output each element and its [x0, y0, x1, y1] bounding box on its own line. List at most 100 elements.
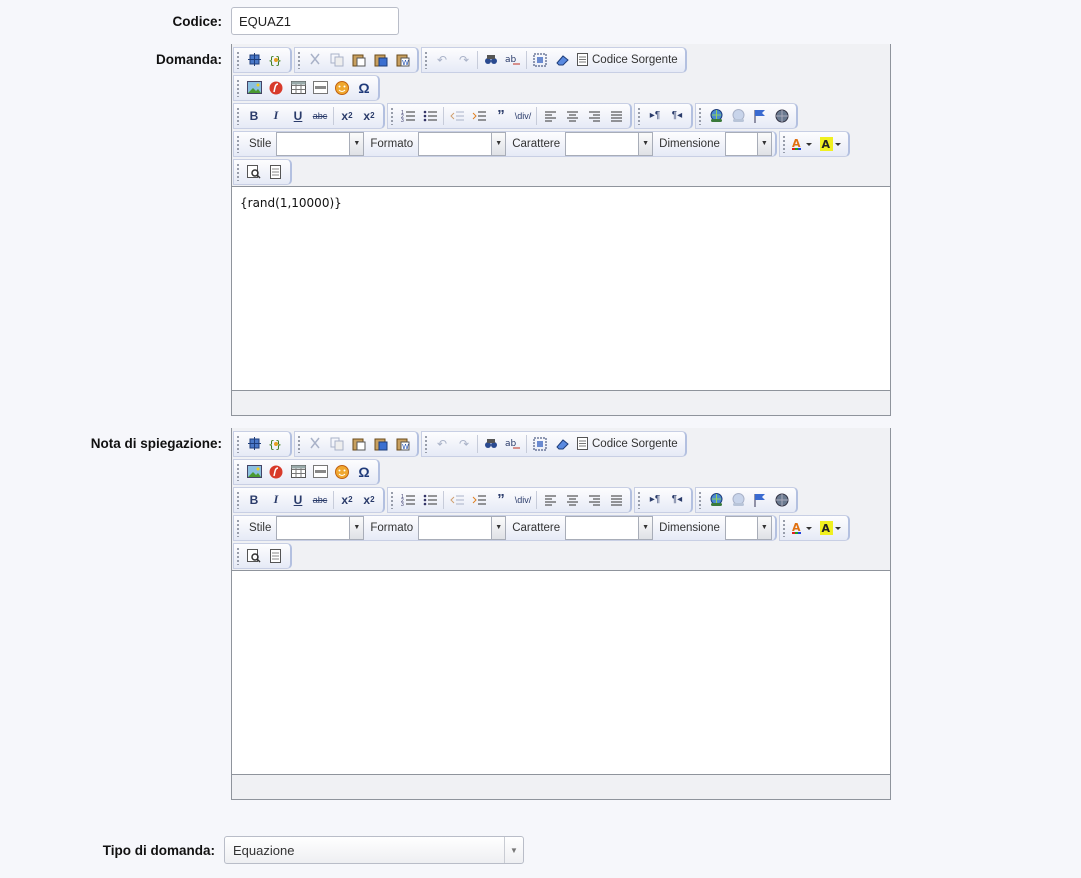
align-right-icon[interactable]: [583, 106, 605, 126]
toolbar-drag-handle[interactable]: [236, 462, 240, 481]
chevron-down-icon[interactable]: ▼: [638, 132, 653, 155]
font-combo[interactable]: ▼: [565, 131, 654, 156]
smiley-icon[interactable]: [331, 78, 353, 98]
rtl-icon[interactable]: ¶◂: [666, 106, 688, 126]
paste-icon[interactable]: [348, 50, 370, 70]
size-combo[interactable]: ▼: [724, 131, 772, 156]
preview-icon[interactable]: [243, 434, 265, 454]
toolbar-drag-handle[interactable]: [297, 434, 301, 453]
zoom-icon[interactable]: [243, 546, 265, 566]
text-color-icon[interactable]: A: [789, 518, 817, 538]
format-combo[interactable]: ▼: [418, 131, 507, 156]
replace-icon[interactable]: ab: [502, 50, 524, 70]
document-icon[interactable]: [265, 546, 287, 566]
toolbar-drag-handle[interactable]: [236, 50, 240, 69]
horizontal-rule-icon[interactable]: [309, 462, 331, 482]
italic-icon[interactable]: I: [265, 490, 287, 510]
templates-icon[interactable]: {}: [265, 434, 287, 454]
chevron-down-icon[interactable]: ▼: [349, 516, 364, 539]
copy-icon[interactable]: [326, 434, 348, 454]
chevron-down-icon[interactable]: ▼: [756, 516, 771, 539]
subscript-icon[interactable]: x2: [336, 106, 358, 126]
indent-icon[interactable]: [468, 106, 490, 126]
paste-text-icon[interactable]: [370, 50, 392, 70]
replace-icon[interactable]: ab: [502, 434, 524, 454]
background-color-icon[interactable]: A: [817, 518, 845, 538]
italic-icon[interactable]: I: [265, 106, 287, 126]
justify-icon[interactable]: [605, 490, 627, 510]
toolbar-drag-handle[interactable]: [637, 106, 641, 125]
templates-icon[interactable]: {}: [265, 50, 287, 70]
subscript-icon[interactable]: x2: [336, 490, 358, 510]
justify-icon[interactable]: [605, 106, 627, 126]
toolbar-drag-handle[interactable]: [236, 434, 240, 453]
blockquote-icon[interactable]: ”: [490, 106, 512, 126]
text-color-icon[interactable]: A: [789, 134, 817, 154]
source-button[interactable]: Codice Sorgente: [573, 50, 682, 70]
special-char-icon[interactable]: Ω: [353, 78, 375, 98]
cut-icon[interactable]: [304, 50, 326, 70]
toolbar-drag-handle[interactable]: [236, 518, 240, 537]
toolbar-drag-handle[interactable]: [236, 490, 240, 509]
flash-icon[interactable]: [265, 462, 287, 482]
remove-format-icon[interactable]: [551, 434, 573, 454]
outdent-icon[interactable]: [446, 490, 468, 510]
align-center-icon[interactable]: [561, 490, 583, 510]
image-icon[interactable]: [243, 462, 265, 482]
toolbar-drag-handle[interactable]: [424, 434, 428, 453]
source-button[interactable]: Codice Sorgente: [573, 434, 682, 454]
table-icon[interactable]: [287, 78, 309, 98]
bold-icon[interactable]: B: [243, 106, 265, 126]
outdent-icon[interactable]: [446, 106, 468, 126]
unlink-icon[interactable]: [727, 106, 749, 126]
smiley-icon[interactable]: [331, 462, 353, 482]
rtl-icon[interactable]: ¶◂: [666, 490, 688, 510]
preview-icon[interactable]: [243, 50, 265, 70]
toolbar-drag-handle[interactable]: [698, 490, 702, 509]
chevron-down-icon[interactable]: ▼: [491, 516, 506, 539]
superscript-icon[interactable]: x2: [358, 490, 380, 510]
table-icon[interactable]: [287, 462, 309, 482]
ltr-icon[interactable]: ▸¶: [644, 490, 666, 510]
domanda-content-area[interactable]: {rand(1,10000)}: [232, 186, 890, 391]
style-combo[interactable]: ▼: [276, 515, 365, 540]
toolbar-drag-handle[interactable]: [637, 490, 641, 509]
undo-icon[interactable]: ↶: [431, 50, 453, 70]
globe-icon[interactable]: [771, 106, 793, 126]
redo-icon[interactable]: ↷: [453, 434, 475, 454]
toolbar-drag-handle[interactable]: [236, 546, 240, 565]
background-color-icon[interactable]: A: [817, 134, 845, 154]
toolbar-drag-handle[interactable]: [236, 134, 240, 153]
style-combo[interactable]: ▼: [276, 131, 365, 156]
toolbar-drag-handle[interactable]: [781, 518, 786, 537]
chevron-down-icon[interactable]: ▼: [491, 132, 506, 155]
format-combo[interactable]: ▼: [418, 515, 507, 540]
link-icon[interactable]: [705, 106, 727, 126]
paste-word-icon[interactable]: W: [392, 434, 414, 454]
paste-icon[interactable]: [348, 434, 370, 454]
toolbar-drag-handle[interactable]: [297, 50, 301, 69]
horizontal-rule-icon[interactable]: [309, 78, 331, 98]
numbered-list-icon[interactable]: 123: [397, 106, 419, 126]
underline-icon[interactable]: U: [287, 106, 309, 126]
ltr-icon[interactable]: ▸¶: [644, 106, 666, 126]
select-all-icon[interactable]: [529, 434, 551, 454]
bulleted-list-icon[interactable]: [419, 490, 441, 510]
underline-icon[interactable]: U: [287, 490, 309, 510]
align-center-icon[interactable]: [561, 106, 583, 126]
toolbar-drag-handle[interactable]: [424, 50, 428, 69]
image-icon[interactable]: [243, 78, 265, 98]
align-right-icon[interactable]: [583, 490, 605, 510]
codice-input[interactable]: [231, 7, 399, 35]
size-combo[interactable]: ▼: [724, 515, 772, 540]
select-all-icon[interactable]: [529, 50, 551, 70]
document-icon[interactable]: [265, 162, 287, 182]
link-icon[interactable]: [705, 490, 727, 510]
zoom-icon[interactable]: [243, 162, 265, 182]
div-icon[interactable]: \div/: [512, 490, 534, 510]
find-icon[interactable]: [480, 434, 502, 454]
align-left-icon[interactable]: [539, 106, 561, 126]
flash-icon[interactable]: [265, 78, 287, 98]
superscript-icon[interactable]: x2: [358, 106, 380, 126]
special-char-icon[interactable]: Ω: [353, 462, 375, 482]
